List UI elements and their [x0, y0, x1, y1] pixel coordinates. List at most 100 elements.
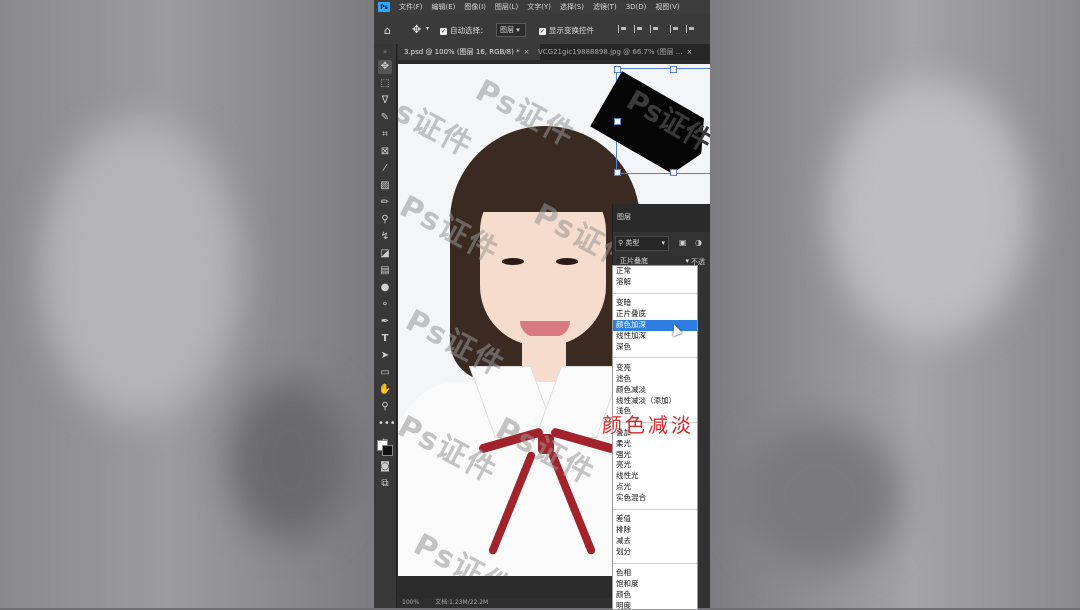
blend-mode-option[interactable]: 线性光: [613, 471, 697, 482]
adjustment-filter-icon[interactable]: ◑: [695, 238, 702, 247]
frame-tool-icon[interactable]: ⊠: [378, 145, 392, 159]
crop-tool-icon[interactable]: ⌗: [378, 128, 392, 142]
tab-label: VCG21gic19888898.jpg @ 66.7% (图层 ...: [538, 48, 683, 56]
image-filter-icon[interactable]: ▣: [679, 238, 687, 247]
blend-mode-option[interactable]: 减去: [613, 536, 697, 547]
blend-mode-option[interactable]: 正片叠底: [613, 309, 697, 320]
blend-mode-option[interactable]: 变暗: [613, 298, 697, 309]
menu-file[interactable]: 文件(F): [399, 2, 423, 12]
history-brush-tool-icon[interactable]: ↯: [378, 230, 392, 244]
blend-mode-option[interactable]: 点光: [613, 482, 697, 493]
dodge-tool-icon[interactable]: ⚬: [378, 298, 392, 312]
layer-filter-dropdown[interactable]: ⚲ 类型 ▾: [615, 236, 669, 251]
home-icon[interactable]: ⌂: [384, 24, 391, 37]
align-top-icon[interactable]: [670, 25, 680, 33]
move-tool-icon[interactable]: ✥: [378, 60, 392, 74]
blur-tool-icon[interactable]: ●: [378, 281, 392, 295]
transform-bounding-box[interactable]: Ps证件: [614, 66, 710, 176]
rectangle-tool-icon[interactable]: ▭: [378, 366, 392, 380]
blend-mode-option[interactable]: 变亮: [613, 363, 697, 374]
transform-handle[interactable]: [670, 66, 677, 73]
checkbox-checked-icon[interactable]: ✓: [539, 27, 546, 35]
layer-filter-label: 类型: [625, 239, 640, 247]
gradient-tool-icon[interactable]: ▤: [378, 264, 392, 278]
video-caption: 颜色减淡: [602, 413, 694, 437]
auto-select-target-dropdown[interactable]: 图层 ▾: [496, 23, 526, 37]
quick-select-tool-icon[interactable]: ✎: [378, 111, 392, 125]
menu-type[interactable]: 文字(Y): [527, 2, 551, 12]
zoom-level: 100%: [402, 599, 420, 606]
eraser-tool-icon[interactable]: ◪: [378, 247, 392, 261]
brush-tool-icon[interactable]: ✏: [378, 196, 392, 210]
menu-bar: Ps 文件(F) 编辑(E) 图像(I) 图层(L) 文字(Y) 选择(S) 滤…: [374, 0, 710, 14]
blur-blob: [40, 120, 240, 420]
blend-mode-option[interactable]: 明度: [613, 601, 697, 609]
more-tools-icon[interactable]: •••: [378, 417, 396, 431]
search-icon: ⚲: [618, 239, 624, 247]
transform-handle[interactable]: [614, 118, 621, 125]
close-icon[interactable]: ×: [524, 48, 530, 56]
blend-mode-option[interactable]: 颜色: [613, 590, 697, 601]
lasso-tool-icon[interactable]: ᐁ: [378, 94, 392, 108]
blend-mode-option[interactable]: 实色混合: [613, 493, 697, 504]
document-tab-bar: 3.psd @ 100% (图层 16, RGB/8) * × VCG21gic1…: [398, 44, 710, 60]
collapse-icon[interactable]: »: [378, 45, 392, 59]
tab-document-vcg[interactable]: VCG21gic19888898.jpg @ 66.7% (图层 ... ×: [532, 44, 710, 60]
auto-select-option[interactable]: ✓ 自动选择：: [440, 25, 488, 36]
menu-image[interactable]: 图像(I): [464, 2, 486, 12]
blend-mode-option[interactable]: 深色: [613, 342, 697, 353]
hand-tool-icon[interactable]: ✋: [378, 383, 392, 397]
zoom-tool-icon[interactable]: ⚲: [378, 400, 392, 414]
quick-mask-icon[interactable]: ◙: [378, 460, 392, 474]
clone-stamp-tool-icon[interactable]: ⚲: [378, 213, 392, 227]
chevron-down-icon[interactable]: ▾: [426, 25, 429, 32]
document-size: 文档:1.23M/22.2M: [435, 599, 489, 606]
eyedropper-tool-icon[interactable]: ⁄: [378, 162, 392, 176]
blend-mode-option[interactable]: 排除: [613, 525, 697, 536]
photo-eye: [556, 258, 578, 265]
transform-handle[interactable]: [614, 169, 621, 176]
align-middle-icon[interactable]: [686, 25, 696, 33]
menu-filter[interactable]: 滤镜(T): [593, 2, 617, 12]
blend-mode-option[interactable]: 柔光: [613, 439, 697, 450]
blend-mode-option[interactable]: 正常: [613, 266, 697, 277]
tab-document-3psd[interactable]: 3.psd @ 100% (图层 16, RGB/8) * ×: [398, 44, 540, 60]
blend-mode-option[interactable]: 亮光: [613, 460, 697, 471]
close-icon[interactable]: ×: [686, 48, 692, 56]
transform-handle[interactable]: [614, 66, 621, 73]
move-tool-icon[interactable]: ✥: [412, 23, 421, 36]
transform-handle[interactable]: [670, 169, 677, 176]
blend-mode-option[interactable]: 溶解: [613, 277, 697, 288]
background-color-swatch[interactable]: [382, 445, 393, 456]
menu-view[interactable]: 视图(V): [655, 2, 679, 12]
blend-mode-option[interactable]: 颜色加深: [613, 319, 697, 331]
blend-mode-option[interactable]: 线性减淡（添加）: [613, 396, 697, 407]
blur-blob: [830, 80, 1030, 340]
blend-mode-option[interactable]: 差值: [613, 514, 697, 525]
layers-panel-title[interactable]: 图层: [617, 212, 631, 222]
path-select-tool-icon[interactable]: ➤: [378, 349, 392, 363]
align-center-icon[interactable]: [634, 25, 644, 33]
screen-mode-icon[interactable]: ⧉: [378, 477, 392, 491]
menu-select[interactable]: 选择(S): [560, 2, 584, 12]
blend-mode-option[interactable]: 颜色减淡: [613, 385, 697, 396]
show-transform-option[interactable]: ✓ 显示变换控件: [539, 25, 594, 36]
blend-mode-option[interactable]: 强光: [613, 450, 697, 461]
menu-layer[interactable]: 图层(L): [495, 2, 518, 12]
marquee-tool-icon[interactable]: ⬚: [378, 77, 392, 91]
align-left-icon[interactable]: [618, 25, 628, 33]
tab-label: 3.psd @ 100% (图层 16, RGB/8) *: [404, 48, 520, 56]
align-right-icon[interactable]: [650, 25, 660, 33]
type-tool-icon[interactable]: T: [378, 332, 392, 346]
pen-tool-icon[interactable]: ✒: [378, 315, 392, 329]
healing-brush-tool-icon[interactable]: ▨: [378, 179, 392, 193]
blend-mode-option[interactable]: 线性加深: [613, 331, 697, 342]
menu-3d[interactable]: 3D(D): [626, 3, 647, 11]
checkbox-checked-icon[interactable]: ✓: [440, 27, 447, 35]
layers-panel-header: 图层: [613, 204, 710, 232]
blend-mode-option[interactable]: 饱和度: [613, 579, 697, 590]
blend-mode-option[interactable]: 划分: [613, 547, 697, 558]
menu-edit[interactable]: 编辑(E): [432, 2, 456, 12]
blend-mode-option[interactable]: 滤色: [613, 374, 697, 385]
blend-mode-option[interactable]: 色相: [613, 568, 697, 579]
